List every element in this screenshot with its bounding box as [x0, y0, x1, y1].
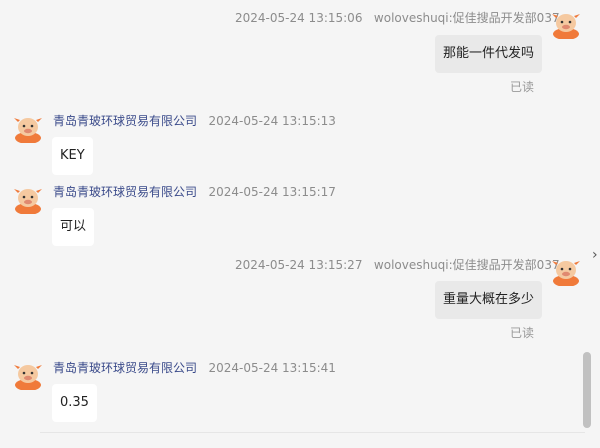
- message-meta: 青岛青玻环球贸易有限公司 2024-05-24 13:15:41: [53, 360, 336, 376]
- cartoon-cow-avatar-icon: [14, 118, 42, 143]
- message-bubble[interactable]: 可以: [52, 208, 95, 246]
- read-status: 已读: [510, 80, 535, 94]
- message-meta: 青岛青玻环球贸易有限公司 2024-05-24 13:15:17: [53, 184, 336, 200]
- message-bubble[interactable]: 那能一件代发吗: [434, 35, 542, 73]
- message-bubble[interactable]: 重量大概在多少: [434, 281, 542, 319]
- cartoon-cow-avatar-icon: [14, 189, 42, 214]
- message-bubble[interactable]: 0.35: [52, 384, 97, 422]
- message-time: 2024-05-24 13:15:17: [208, 185, 336, 199]
- message-meta: 2024-05-24 13:15:06 woloveshuqi:促佳搜品开发部0…: [235, 10, 560, 26]
- message-time: 2024-05-24 13:15:27: [235, 258, 363, 272]
- message-time: 2024-05-24 13:15:13: [208, 114, 336, 128]
- cartoon-cow-avatar-icon: [14, 365, 42, 390]
- sender-name: woloveshuqi:促佳搜品开发部037: [373, 258, 560, 272]
- avatar[interactable]: [13, 113, 43, 143]
- avatar[interactable]: [551, 256, 581, 286]
- avatar[interactable]: [13, 360, 43, 390]
- sender-name: 青岛青玻环球贸易有限公司: [53, 185, 198, 199]
- message-time: 2024-05-24 13:15:06: [235, 11, 363, 25]
- chevron-right-icon[interactable]: ›: [592, 246, 598, 264]
- avatar[interactable]: [13, 184, 43, 214]
- sender-name: woloveshuqi:促佳搜品开发部037: [373, 11, 560, 25]
- divider: [40, 432, 585, 433]
- message-time: 2024-05-24 13:15:41: [208, 361, 336, 375]
- avatar[interactable]: [551, 9, 581, 39]
- cartoon-cow-avatar-icon: [552, 261, 580, 286]
- message-meta: 2024-05-24 13:15:27 woloveshuqi:促佳搜品开发部0…: [235, 257, 560, 273]
- message-bubble[interactable]: KEY: [52, 137, 93, 175]
- scrollbar-thumb[interactable]: [583, 352, 591, 428]
- read-status: 已读: [510, 326, 535, 340]
- message-meta: 青岛青玻环球贸易有限公司 2024-05-24 13:15:13: [53, 113, 336, 129]
- cartoon-cow-avatar-icon: [552, 14, 580, 39]
- sender-name: 青岛青玻环球贸易有限公司: [53, 361, 198, 375]
- sender-name: 青岛青玻环球贸易有限公司: [53, 114, 198, 128]
